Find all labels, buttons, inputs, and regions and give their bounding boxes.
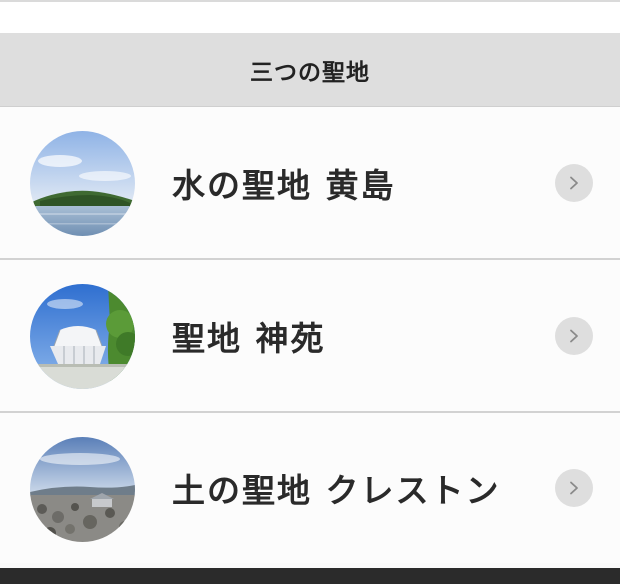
section-title: 三つの聖地	[250, 58, 370, 86]
list-item-sanctuary-shinen[interactable]: 聖地 神苑	[0, 260, 620, 413]
list-item-label: 土の聖地 クレストン	[172, 471, 501, 510]
chevron-right-button[interactable]	[555, 163, 593, 202]
chevron-right-icon	[570, 329, 578, 342]
thumbnail-white-sanctuary-building	[30, 284, 135, 389]
chevron-right-button[interactable]	[555, 469, 593, 507]
bottom-bar	[0, 568, 620, 584]
sacred-places-list: 水の聖地 黄島 聖地 神苑 土の聖地 クレストン	[0, 107, 620, 563]
list-item-label: 水の聖地 黄島	[172, 165, 396, 205]
thumbnail-rocky-field-landscape	[30, 437, 135, 542]
page: 三つの聖地 水の聖地 黄島 聖地 神苑 土の聖地 クレストン	[0, 0, 620, 584]
list-item-earth-sanctuary[interactable]: 土の聖地 クレストン	[0, 413, 620, 563]
chevron-right-icon	[570, 176, 578, 189]
top-strip	[0, 0, 620, 33]
list-item-label: 聖地 神苑	[172, 318, 326, 358]
thumbnail-island-over-sea	[30, 131, 135, 236]
chevron-right-button[interactable]	[555, 316, 593, 355]
section-header: 三つの聖地	[0, 33, 620, 107]
chevron-right-icon	[570, 481, 578, 495]
list-item-water-sanctuary[interactable]: 水の聖地 黄島	[0, 107, 620, 260]
